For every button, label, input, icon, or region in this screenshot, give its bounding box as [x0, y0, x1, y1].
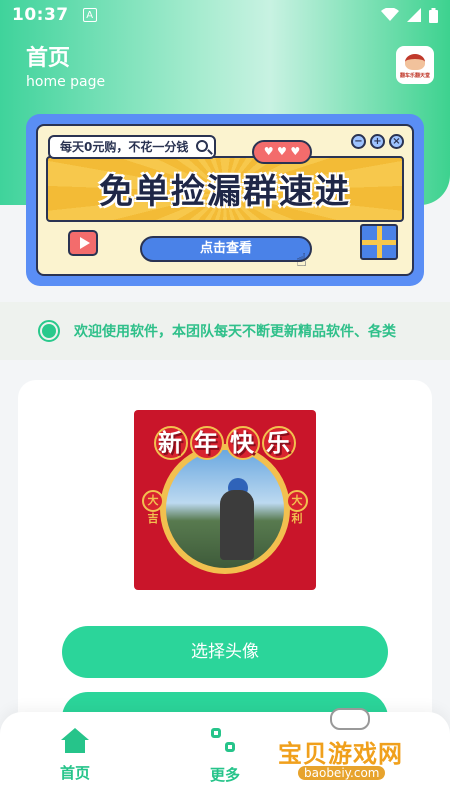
banner-search-text: 每天0元购，不花一分钱: [60, 140, 189, 154]
banner-search-pill: 每天0元购，不花一分钱: [48, 135, 217, 159]
tab-home-label: 首页: [59, 764, 90, 782]
tab-home[interactable]: 首页: [45, 728, 105, 783]
hearts-bubble-icon: ♥ ♥ ♥: [252, 140, 312, 164]
window-buttons: − + ×: [351, 134, 404, 149]
battery-icon: [429, 7, 438, 23]
status-bar: 10:37 A: [0, 0, 450, 30]
banner-headline: 免单捡漏群速进: [99, 172, 351, 212]
frame-char: 乐: [262, 426, 296, 460]
watermark: 宝贝游戏网 baobeiy.com: [272, 708, 442, 790]
page-title: 首页: [26, 46, 71, 71]
notification-icon: A: [82, 8, 97, 22]
banner-cta-button[interactable]: 点击查看: [140, 236, 312, 262]
frame-char: 快: [226, 426, 260, 460]
notice-bar: 欢迎使用软件，本团队每天不断更新精品软件、各类: [0, 302, 450, 360]
plus-icon: +: [370, 134, 385, 149]
home-icon: [60, 728, 90, 754]
status-time: 10:37: [12, 5, 69, 25]
gift-icon: [360, 224, 398, 260]
refresh-icon: [211, 728, 239, 756]
frame-seal-left: 大吉: [142, 490, 164, 525]
logo-text: 翻车乐翻天堂: [399, 72, 430, 79]
pointer-hand-icon: ☝: [296, 250, 307, 271]
banner-panel: 每天0元购，不花一分钱 ♥ ♥ ♥ − + × 免单捡漏群速进 点击查看 ☝: [36, 124, 414, 276]
watermark-text: 宝贝游戏网: [278, 740, 403, 768]
tab-more-label: 更多: [209, 766, 240, 784]
frame-char: 年: [190, 426, 224, 460]
avatar-frame-title: 新年快乐: [150, 426, 300, 460]
watermark-url: baobeiy.com: [298, 766, 386, 780]
minimize-icon: −: [351, 134, 366, 149]
gamepad-icon: [330, 708, 370, 730]
notice-text: 欢迎使用软件，本团队每天不断更新精品软件、各类: [74, 324, 396, 340]
avatar-photo: [160, 444, 290, 574]
frame-char: 新: [154, 426, 188, 460]
avatar-preview[interactable]: 新年快乐 大吉 大利: [134, 410, 316, 590]
tab-more[interactable]: 更多: [195, 728, 255, 785]
page-subtitle: home page: [26, 74, 106, 90]
close-icon: ×: [389, 134, 404, 149]
play-icon: [68, 230, 98, 256]
frame-seal-right: 大利: [286, 490, 308, 525]
signal-icon: [407, 8, 421, 22]
avatar-person: [220, 490, 254, 560]
app-logo[interactable]: 翻车乐翻天堂: [396, 46, 434, 84]
choose-avatar-button[interactable]: 选择头像: [62, 626, 388, 678]
notice-dot-icon: [38, 320, 60, 342]
wifi-icon: [381, 8, 399, 21]
promo-banner[interactable]: 每天0元购，不花一分钱 ♥ ♥ ♥ − + × 免单捡漏群速进 点击查看 ☝: [26, 114, 424, 286]
search-icon: [196, 140, 209, 152]
mascot-icon: [405, 53, 425, 70]
